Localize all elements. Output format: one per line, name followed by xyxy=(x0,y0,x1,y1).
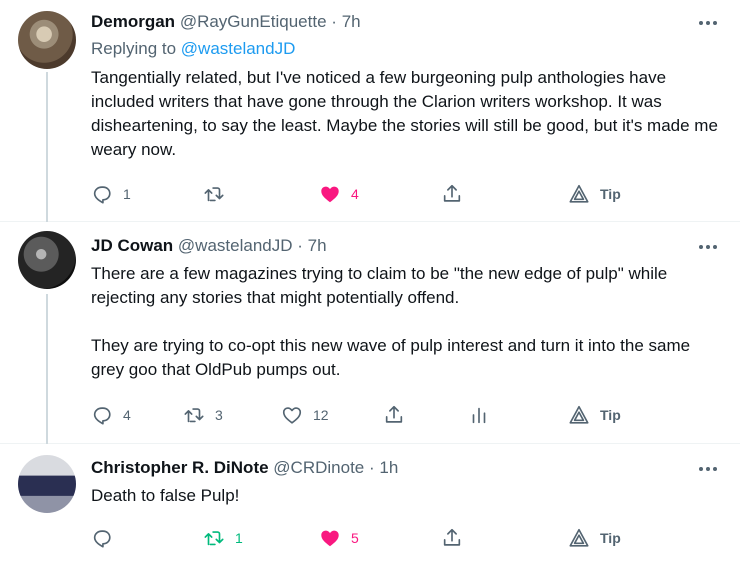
tip-icon xyxy=(569,184,589,203)
tweet[interactable]: JD Cowan @wastelandJD · 7h There are a f… xyxy=(0,222,740,444)
retweet-button[interactable] xyxy=(203,180,235,208)
like-button[interactable]: 5 xyxy=(319,524,359,552)
share-icon xyxy=(443,528,461,546)
tip-label: Tip xyxy=(600,186,621,202)
avatar[interactable] xyxy=(18,231,76,289)
like-button[interactable]: 4 xyxy=(319,180,359,208)
tweet-actions: 1 4 Tip xyxy=(91,180,731,208)
like-button[interactable]: 12 xyxy=(281,401,329,429)
reply-count: 1 xyxy=(123,186,131,202)
user-handle[interactable]: @RayGunEtiquette xyxy=(180,12,327,31)
tip-label: Tip xyxy=(600,407,621,423)
tweet-header: Christopher R. DiNote @CRDinote · 1h xyxy=(91,457,398,479)
replying-label: Replying to xyxy=(91,39,181,58)
retweet-button[interactable]: 3 xyxy=(183,401,223,429)
timestamp[interactable]: 7h xyxy=(308,236,327,255)
heart-icon xyxy=(282,407,302,424)
reply-button[interactable]: 1 xyxy=(91,180,131,208)
display-name[interactable]: Demorgan xyxy=(91,12,175,31)
analytics-button[interactable] xyxy=(468,401,490,429)
tweet-actions: 4 3 12 Tip xyxy=(91,401,731,429)
reply-icon xyxy=(93,530,111,548)
tweet-actions: 1 5 Tip xyxy=(91,524,731,552)
tweet[interactable]: Christopher R. DiNote @CRDinote · 1h Dea… xyxy=(0,444,740,561)
tip-button[interactable]: Tip xyxy=(568,180,621,208)
share-button[interactable] xyxy=(383,401,405,429)
timestamp[interactable]: 7h xyxy=(342,12,361,31)
share-button[interactable] xyxy=(441,524,463,552)
tip-icon xyxy=(569,405,589,424)
user-handle[interactable]: @CRDinote xyxy=(273,458,364,477)
retweet-icon xyxy=(184,408,204,423)
separator-dot: · xyxy=(297,236,303,255)
tip-button[interactable]: Tip xyxy=(568,401,621,429)
separator-dot: · xyxy=(368,458,375,477)
reply-icon xyxy=(93,407,111,425)
share-button[interactable] xyxy=(441,180,463,208)
avatar[interactable] xyxy=(18,11,76,69)
replying-to: Replying to @wastelandJD xyxy=(91,38,295,60)
retweet-button[interactable]: 1 xyxy=(203,524,243,552)
tip-button[interactable]: Tip xyxy=(568,524,621,552)
retweet-count: 3 xyxy=(215,407,223,423)
share-icon xyxy=(385,405,403,423)
retweet-active-icon xyxy=(204,531,224,546)
separator-dot: · xyxy=(331,12,337,31)
heart-filled-icon xyxy=(321,530,339,547)
tip-label: Tip xyxy=(600,530,621,546)
reply-button[interactable] xyxy=(91,524,123,552)
tweet-header: JD Cowan @wastelandJD · 7h xyxy=(91,235,327,257)
reply-icon xyxy=(93,186,111,204)
thread-line xyxy=(46,294,48,444)
more-options-icon[interactable] xyxy=(696,459,720,479)
tweet-header: Demorgan @RayGunEtiquette · 7h xyxy=(91,11,361,33)
more-options-icon[interactable] xyxy=(696,237,720,257)
user-handle[interactable]: @wastelandJD xyxy=(178,236,293,255)
analytics-icon xyxy=(472,407,486,424)
tweet[interactable]: Demorgan @RayGunEtiquette · 7h Replying … xyxy=(0,0,740,222)
tweet-text: Death to false Pulp! xyxy=(91,486,240,505)
display-name[interactable]: Christopher R. DiNote xyxy=(91,458,269,477)
reply-button[interactable]: 4 xyxy=(91,401,131,429)
retweet-count: 1 xyxy=(235,530,243,546)
thread-line xyxy=(46,72,48,222)
replying-to-link[interactable]: @wastelandJD xyxy=(181,39,296,58)
heart-filled-icon xyxy=(321,186,339,203)
like-count: 5 xyxy=(351,530,359,546)
tweet-text: Tangentially related, but I've noticed a… xyxy=(91,68,723,159)
more-options-icon[interactable] xyxy=(696,13,720,33)
like-count: 12 xyxy=(313,407,329,423)
timestamp[interactable]: 1h xyxy=(379,458,398,477)
display-name[interactable]: JD Cowan xyxy=(91,236,173,255)
like-count: 4 xyxy=(351,186,359,202)
tip-icon xyxy=(569,528,589,547)
avatar[interactable] xyxy=(18,455,76,513)
reply-count: 4 xyxy=(123,407,131,423)
retweet-icon xyxy=(204,187,224,202)
tweet-text: There are a few magazines trying to clai… xyxy=(91,264,691,379)
share-icon xyxy=(443,184,461,202)
